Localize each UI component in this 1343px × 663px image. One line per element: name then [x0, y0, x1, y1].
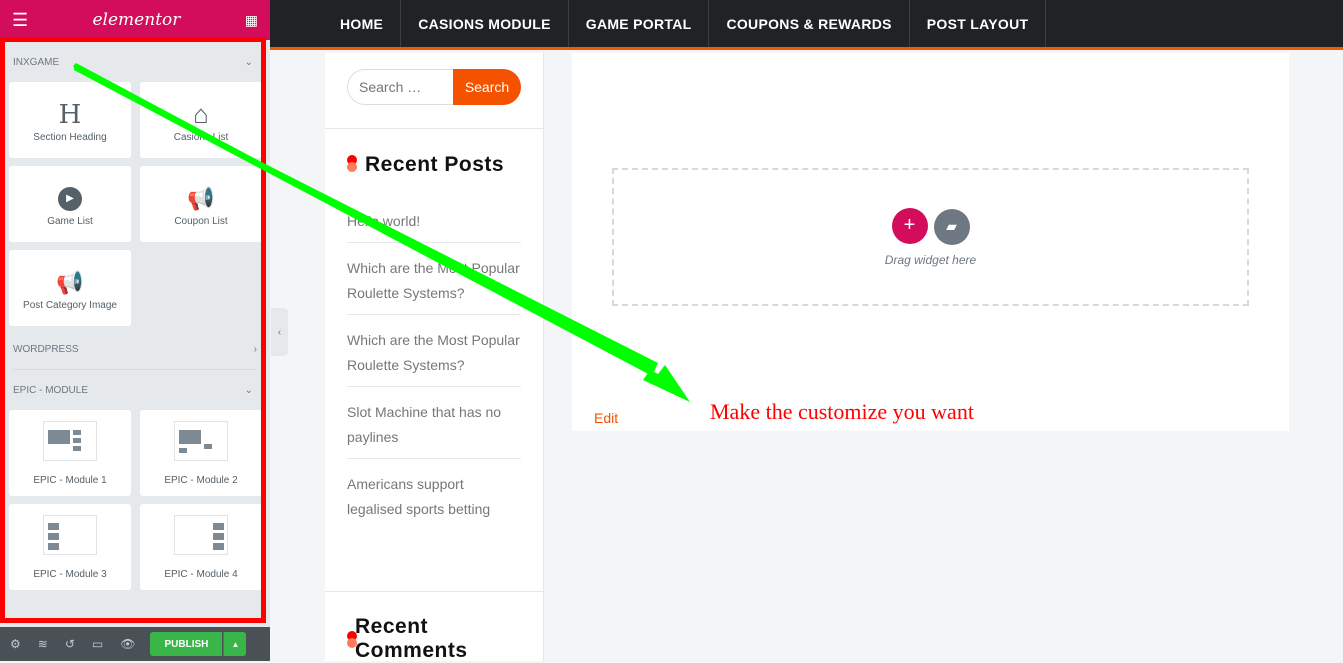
- play-icon: ▶: [58, 182, 82, 216]
- chevron-down-icon: ⌄: [244, 384, 253, 396]
- widget-post-category-image[interactable]: 📢 Post Category Image: [9, 250, 131, 326]
- widget-label: EPIC - Module 3: [33, 568, 107, 580]
- widget-label: EPIC - Module 1: [33, 474, 107, 486]
- search-input[interactable]: [347, 69, 453, 105]
- module-thumbnail-icon: [174, 514, 228, 555]
- panel-footer: ⚙ ≋ ↺ ▭ 👁 PUBLISH ▲: [0, 627, 270, 661]
- menu-icon[interactable]: ☰: [12, 10, 28, 31]
- publish-button[interactable]: PUBLISH: [150, 632, 223, 656]
- widgets-highlight: INXGAME ⌄ H Section Heading ⌂ Casions List …: [0, 37, 266, 623]
- widget-label: Casions List: [173, 131, 229, 143]
- nav-coupons-rewards[interactable]: COUPONS & REWARDS: [709, 0, 910, 47]
- panel-collapse-toggle[interactable]: ‹: [271, 308, 288, 356]
- widget-coupon-list[interactable]: 📢 Coupon List: [140, 166, 261, 242]
- responsive-icon[interactable]: ▭: [92, 637, 103, 651]
- chevron-down-icon: ⌄: [244, 56, 253, 68]
- dots-icon: [347, 155, 357, 175]
- drag-hint: Drag widget here: [884, 252, 977, 267]
- widget-title-text: Recent Posts: [365, 153, 505, 176]
- widget-epic-module-2[interactable]: EPIC - Module 2: [140, 410, 261, 496]
- elementor-panel: ☰ elementor ▦ INXGAME ⌄ H Section Heading …: [0, 0, 270, 661]
- elementor-logo: elementor: [92, 10, 181, 30]
- edit-link[interactable]: Edit: [594, 410, 618, 426]
- add-section-plus-icon[interactable]: +: [891, 207, 928, 244]
- category-epic-module[interactable]: EPIC - MODULE ⌄: [5, 370, 261, 410]
- layers-icon[interactable]: ≋: [38, 637, 48, 651]
- settings-icon[interactable]: ⚙: [10, 637, 21, 651]
- category-label: INXGAME: [13, 56, 60, 68]
- module-thumbnail-icon: [43, 420, 97, 461]
- annotation-text: Make the customize you want: [710, 399, 974, 424]
- recent-posts-title: Recent Posts: [347, 153, 504, 177]
- category-wordpress[interactable]: WORDPRESS ›: [13, 330, 257, 370]
- module-thumbnail-icon: [174, 420, 228, 461]
- post-link[interactable]: Which are the Most Popular Roulette Syst…: [347, 325, 521, 387]
- nav-casions-module[interactable]: CASIONS MODULE: [401, 0, 569, 47]
- nav-post-layout[interactable]: POST LAYOUT: [910, 0, 1047, 47]
- widget-epic-module-1[interactable]: EPIC - Module 1: [9, 410, 131, 496]
- widget-label: Post Category Image: [23, 299, 117, 311]
- sidebar: Search Recent Posts Hello world! Which a…: [325, 53, 544, 663]
- nav-home[interactable]: HOME: [323, 0, 402, 47]
- house-heart-icon: ⌂: [193, 99, 209, 129]
- megaphone-icon: 📢: [56, 269, 84, 295]
- widget-label: EPIC - Module 2: [164, 474, 238, 486]
- recent-posts-list: Hello world! Which are the Most Popular …: [347, 206, 521, 540]
- search-button[interactable]: Search: [453, 69, 521, 105]
- post-link[interactable]: Hello world!: [347, 206, 521, 243]
- divider: [325, 591, 544, 592]
- search-form: Search: [347, 69, 521, 105]
- megaphone-icon: 📢: [187, 185, 215, 211]
- widget-label: Game List: [47, 215, 93, 227]
- post-link[interactable]: Slot Machine that has no paylines: [347, 397, 521, 459]
- grid-icon[interactable]: ▦: [245, 12, 258, 29]
- widget-title-text: Recent Comments: [355, 615, 468, 662]
- post-link[interactable]: Which are the Most Popular Roulette Syst…: [347, 253, 521, 315]
- category-inxgame[interactable]: INXGAME ⌄: [5, 42, 261, 82]
- category-label: WORDPRESS: [13, 344, 79, 355]
- post-link[interactable]: Americans support legalised sports betti…: [347, 469, 521, 530]
- heading-icon: H: [58, 99, 82, 130]
- module-thumbnail-icon: [43, 514, 97, 555]
- widget-casions-list[interactable]: ⌂ Casions List: [140, 82, 261, 158]
- widget-label: Section Heading: [33, 131, 107, 143]
- drop-zone[interactable]: + ▰ Drag widget here: [612, 168, 1249, 306]
- recent-comments-title: Recent Comments: [347, 615, 467, 663]
- widget-section-heading[interactable]: H Section Heading: [9, 82, 131, 158]
- main-content: + ▰ Drag widget here Edit: [572, 53, 1289, 431]
- widget-label: EPIC - Module 4: [164, 568, 238, 580]
- chevron-right-icon: ›: [253, 344, 257, 355]
- publish-options-caret-icon[interactable]: ▲: [223, 632, 247, 656]
- category-label: EPIC - MODULE: [13, 384, 89, 396]
- widget-label: Coupon List: [174, 215, 228, 227]
- panel-header: ☰ elementor ▦: [0, 0, 270, 40]
- widget-epic-module-4[interactable]: EPIC - Module 4: [140, 504, 261, 590]
- widget-game-list[interactable]: ▶ Game List: [9, 166, 131, 242]
- template-folder-icon[interactable]: ▰: [933, 208, 970, 245]
- preview-eye-icon[interactable]: 👁: [120, 637, 135, 651]
- widget-epic-module-3[interactable]: EPIC - Module 3: [9, 504, 131, 590]
- divider: [325, 128, 544, 129]
- history-icon[interactable]: ↺: [65, 637, 75, 651]
- top-nav: HOME CASIONS MODULE GAME PORTAL COUPONS …: [270, 0, 1343, 50]
- nav-game-portal[interactable]: GAME PORTAL: [569, 0, 710, 47]
